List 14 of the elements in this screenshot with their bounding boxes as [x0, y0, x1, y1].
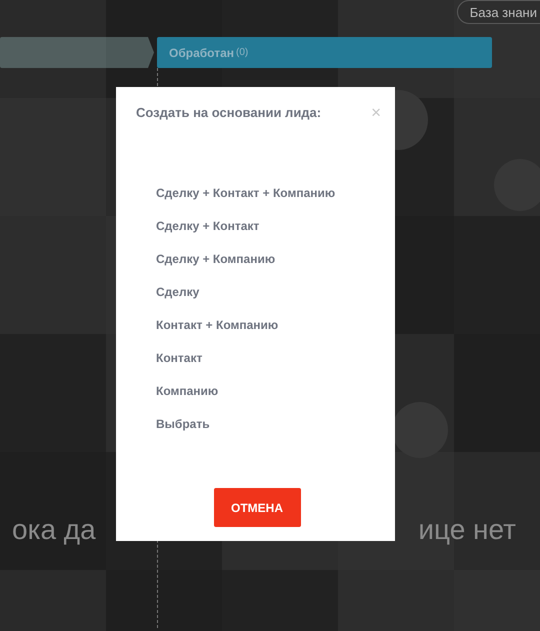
pipeline-stage[interactable] — [0, 37, 154, 68]
option-link[interactable]: Сделку — [156, 284, 200, 301]
empty-message: ице нет — [418, 514, 516, 546]
option-link[interactable]: Контакт + Компанию — [156, 317, 278, 334]
option-link[interactable]: Сделку + Контакт + Компанию — [156, 185, 336, 202]
empty-message: ока да — [12, 514, 96, 546]
cancel-button[interactable]: ОТМЕНА — [214, 488, 300, 527]
dialog-title: Создать на основании лида: — [136, 105, 322, 120]
option-link[interactable]: Сделку + Компанию — [156, 251, 276, 268]
option-link[interactable]: Сделку + Контакт — [156, 218, 260, 235]
option-link[interactable]: Контакт — [156, 350, 202, 367]
option-link[interactable]: Выбрать — [156, 416, 210, 433]
option-link[interactable]: Компанию — [156, 383, 218, 400]
help-button[interactable]: База знани — [456, 0, 540, 24]
